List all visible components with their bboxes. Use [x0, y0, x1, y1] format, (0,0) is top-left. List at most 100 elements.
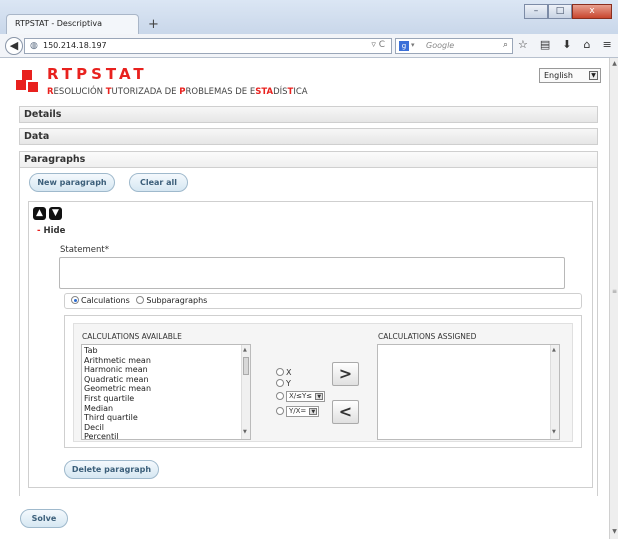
- reload-icon[interactable]: ▿ C: [371, 40, 385, 50]
- delete-paragraph-button[interactable]: Delete paragraph: [64, 460, 159, 479]
- search-field[interactable]: g ▾ Google ⌕: [395, 38, 513, 54]
- x-radio[interactable]: [276, 368, 284, 376]
- paragraph-card: ▲ ▼ - Hide Statement* Calculations Subpa…: [28, 201, 593, 488]
- section-details[interactable]: Details: [19, 106, 598, 123]
- scroll-down-icon[interactable]: ▼: [243, 428, 247, 438]
- browser-tab[interactable]: RTPSTAT - Descriptiva: [6, 14, 139, 34]
- download-icon[interactable]: ⬇: [562, 38, 571, 51]
- assigned-list[interactable]: ▲ ▼: [377, 344, 560, 440]
- calculation-option[interactable]: Third quartile: [84, 413, 248, 423]
- back-button[interactable]: ◀: [5, 37, 23, 55]
- chevron-down-icon[interactable]: ▼: [589, 71, 598, 80]
- option-y[interactable]: Y: [276, 379, 291, 388]
- calculation-option[interactable]: Quadratic mean: [84, 375, 248, 385]
- move-up-icon[interactable]: ▲: [33, 207, 46, 220]
- chevron-down-icon: ▼: [309, 408, 318, 415]
- scroll-up-icon[interactable]: ▲: [552, 346, 556, 356]
- new-paragraph-button[interactable]: New paragraph: [29, 173, 115, 192]
- statement-label: Statement*: [60, 245, 109, 255]
- subparagraphs-label: Subparagraphs: [146, 296, 208, 305]
- calculation-option[interactable]: Harmonic mean: [84, 365, 248, 375]
- calculation-option[interactable]: Tab: [84, 346, 248, 356]
- scroll-thumb[interactable]: [243, 357, 249, 375]
- new-tab-button[interactable]: +: [148, 17, 159, 32]
- minimize-button[interactable]: –: [524, 4, 548, 19]
- assigned-scrollbar[interactable]: ▲ ▼: [550, 345, 559, 439]
- x-cond-radio[interactable]: [276, 392, 284, 400]
- calculations-box: CALCULATIONS AVAILABLE CALCULATIONS ASSI…: [64, 315, 582, 448]
- y-cond-radio[interactable]: [276, 407, 284, 415]
- move-down-icon[interactable]: ▼: [49, 207, 62, 220]
- chevron-down-icon: ▼: [315, 393, 324, 400]
- title-bar: RTPSTAT - Descriptiva + – □ x: [0, 0, 618, 34]
- x-cond-select[interactable]: X/≤Y≤ ▼: [286, 391, 326, 402]
- option-x-conditional[interactable]: X/≤Y≤ ▼: [276, 391, 326, 402]
- calculations-radio[interactable]: [71, 296, 79, 304]
- maximize-button[interactable]: □: [548, 4, 572, 19]
- subtitle-part: UTORIZADA DE: [111, 87, 180, 97]
- y-cond-value: Y/X=: [289, 407, 307, 415]
- subtitle-part: ROBLEMAS DE E: [185, 87, 256, 97]
- x-label: X: [286, 368, 292, 377]
- calculation-option[interactable]: Arithmetic mean: [84, 356, 248, 366]
- section-details-label: Details: [24, 109, 62, 120]
- subtitle-part: ESOLUCIÓN: [53, 87, 106, 97]
- option-y-conditional[interactable]: Y/X= ▼: [276, 406, 320, 417]
- close-window-button[interactable]: x: [572, 4, 612, 19]
- address-bar[interactable]: ◍ 150.214.18.197 ▿ C: [24, 38, 392, 54]
- calculation-option[interactable]: Decil: [84, 423, 248, 433]
- subtitle-part: ICA: [293, 87, 308, 97]
- section-paragraphs[interactable]: Paragraphs: [19, 151, 598, 168]
- assigned-title: CALCULATIONS ASSIGNED: [378, 332, 477, 341]
- bookmark-star-icon[interactable]: ☆: [518, 38, 528, 51]
- x-cond-value: X/≤Y≤: [289, 392, 313, 400]
- language-select[interactable]: English ▼: [539, 68, 601, 83]
- calculations-inner: CALCULATIONS AVAILABLE CALCULATIONS ASSI…: [73, 323, 573, 442]
- scroll-down-icon[interactable]: ▼: [611, 528, 618, 537]
- scroll-up-icon[interactable]: ▲: [611, 60, 618, 69]
- section-data[interactable]: Data: [19, 128, 598, 145]
- calculation-option[interactable]: Percentil: [84, 432, 248, 439]
- available-title: CALCULATIONS AVAILABLE: [82, 332, 182, 341]
- home-icon[interactable]: ⌂: [584, 38, 591, 51]
- statement-textarea[interactable]: [59, 257, 565, 289]
- language-value: English: [544, 71, 573, 80]
- calculations-label: Calculations: [81, 296, 130, 305]
- menu-icon[interactable]: ≡: [602, 38, 611, 51]
- search-icon[interactable]: ⌕: [503, 40, 508, 50]
- window-controls: – □ x: [524, 4, 612, 19]
- y-label: Y: [286, 379, 291, 388]
- calculation-option[interactable]: Median: [84, 404, 248, 414]
- navigation-bar: ◀ ◍ 150.214.18.197 ▿ C g ▾ Google ⌕ ☆ ▤ …: [0, 34, 618, 58]
- hide-label: Hide: [43, 226, 66, 236]
- calculation-option[interactable]: Geometric mean: [84, 384, 248, 394]
- subtitle-part: STA: [255, 87, 274, 97]
- y-radio[interactable]: [276, 379, 284, 387]
- solve-button[interactable]: Solve: [20, 509, 68, 528]
- bookmarks-icon[interactable]: ▤: [540, 38, 550, 51]
- calculation-option[interactable]: First quartile: [84, 394, 248, 404]
- google-icon: g: [399, 41, 409, 51]
- scroll-down-icon[interactable]: ▼: [552, 428, 556, 438]
- available-scrollbar[interactable]: ▲ ▼: [241, 345, 250, 439]
- search-placeholder: Google: [426, 41, 455, 50]
- scroll-thumb[interactable]: ≡: [611, 288, 618, 302]
- option-x[interactable]: X: [276, 368, 291, 377]
- unassign-button[interactable]: <: [332, 400, 359, 424]
- hide-toggle[interactable]: - Hide: [37, 226, 65, 236]
- subparagraphs-radio[interactable]: [136, 296, 145, 304]
- engine-dropdown-icon[interactable]: ▾: [411, 41, 415, 49]
- assign-button[interactable]: >: [332, 362, 359, 386]
- url-text: 150.214.18.197: [43, 41, 107, 50]
- globe-icon: ◍: [30, 41, 38, 51]
- clear-all-button[interactable]: Clear all: [129, 173, 188, 192]
- scroll-up-icon[interactable]: ▲: [243, 346, 247, 356]
- section-data-label: Data: [24, 131, 50, 142]
- y-cond-select[interactable]: Y/X= ▼: [286, 406, 320, 417]
- page-content: RTPSTAT RESOLUCIÓN TUTORIZADA DE PROBLEM…: [0, 58, 609, 539]
- section-paragraphs-label: Paragraphs: [24, 154, 86, 165]
- available-list[interactable]: Tab Arithmetic mean Harmonic mean Quadratic…: [81, 344, 251, 440]
- mode-selector: Calculations Subparagraphs: [64, 293, 582, 309]
- brand-title: RTPSTAT: [47, 65, 148, 83]
- page-scrollbar[interactable]: ▲ ≡ ▼: [609, 58, 618, 539]
